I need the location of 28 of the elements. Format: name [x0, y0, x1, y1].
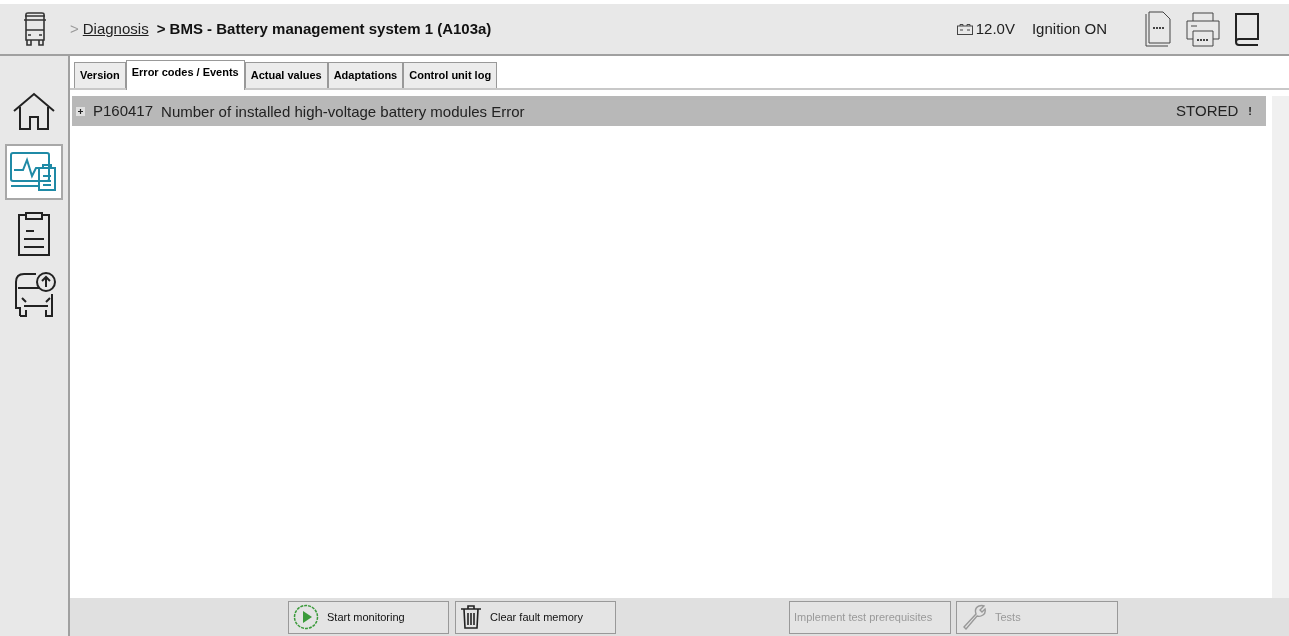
home-icon	[12, 91, 56, 131]
fault-marker: !	[1248, 103, 1252, 119]
fault-code: P160417	[93, 100, 154, 121]
trash-icon	[460, 604, 482, 630]
breadcrumb-separator: >	[70, 18, 79, 39]
ignition-status: Ignition ON	[1031, 18, 1107, 39]
breadcrumb-link[interactable]: Diagnosis	[82, 17, 149, 41]
action-button[interactable]: Clear fault memory	[455, 600, 616, 634]
play-icon	[293, 604, 319, 630]
tab[interactable]: Version	[74, 62, 126, 88]
tab[interactable]: Actual values	[244, 62, 328, 88]
fault-status: STORED	[1176, 100, 1239, 121]
print-pdf-icon[interactable]	[1185, 11, 1221, 47]
tab[interactable]: Adaptations	[327, 62, 404, 88]
action-button[interactable]: Start monitoring	[288, 600, 449, 634]
fault-row[interactable]: P160417 Number of installed high-voltage battery modules Error STORED !	[72, 96, 1266, 126]
truck-front-icon	[22, 12, 48, 46]
tab[interactable]: Error codes / Events	[125, 60, 245, 90]
wrench-icon	[961, 604, 987, 630]
pdf-document-icon[interactable]	[1143, 11, 1173, 47]
expand-icon[interactable]	[76, 106, 85, 116]
voltage-reading: 12.0V	[975, 18, 1015, 39]
book-icon[interactable]	[1233, 11, 1261, 47]
tab[interactable]: Control unit log	[403, 62, 498, 88]
monitor-clipboard-icon	[9, 150, 59, 194]
battery-icon	[956, 23, 973, 35]
page-title: > BMS - Battery management system 1 (A103a)	[156, 18, 492, 39]
fault-description: Number of installed high-voltage battery modules Error	[161, 102, 525, 123]
